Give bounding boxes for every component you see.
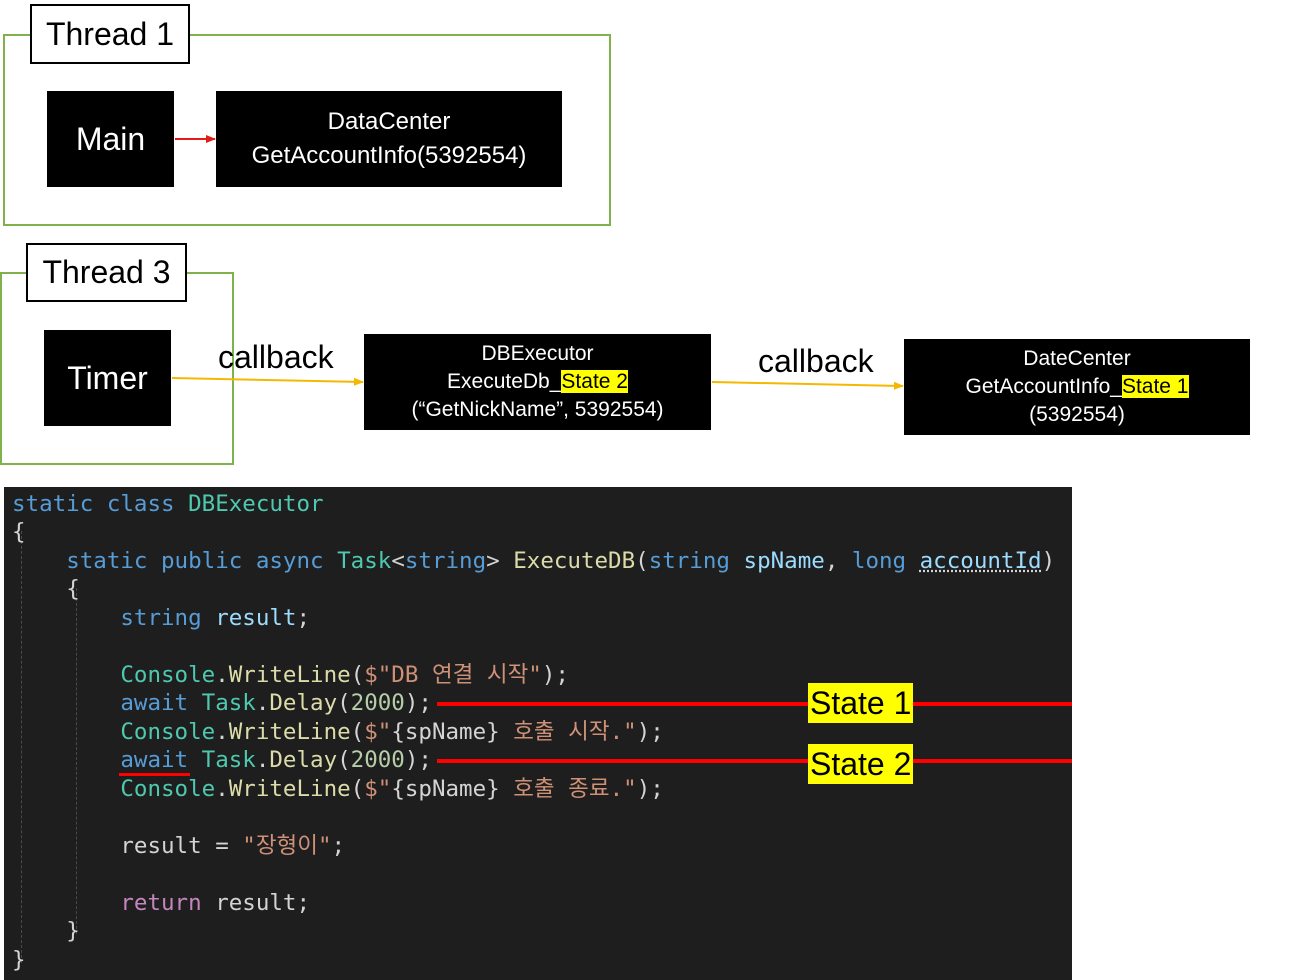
code-line-10: await Task.Delay(2000); [120,747,432,773]
timer-to-dbexecutor-arrow [171,377,364,386]
state2-divider-line [437,759,1072,763]
arrow-layer [171,135,904,390]
code-line-4: { [66,576,80,602]
dbexecutor-to-datecenter-arrow [711,381,904,390]
code-line-16: } [66,918,80,944]
code-line-1: static class DBExecutor [12,491,324,517]
code-line-9: Console.WriteLine($"{spName} 호출 시작."); [120,719,664,745]
code-line-7: Console.WriteLine($"DB 연결 시작"); [120,662,569,688]
code-line-13: result = "장형이"; [120,833,346,859]
state1-divider-line [437,702,1072,706]
code-editor: static class DBExecutor { static public … [4,487,1072,980]
code-line-17: } [12,947,26,973]
code-line-11: Console.WriteLine($"{spName} 호출 종료."); [120,776,664,802]
code-line-2: { [12,519,26,545]
state2-label: State 2 [808,744,914,784]
state1-label: State 1 [808,683,914,723]
await-underline [119,773,190,776]
code-line-5: string result; [120,605,311,631]
code-line-8: await Task.Delay(2000); [120,690,432,716]
code-line-15: return result; [120,890,311,916]
code-line-3: static public async Task<string> Execute… [66,548,1056,574]
